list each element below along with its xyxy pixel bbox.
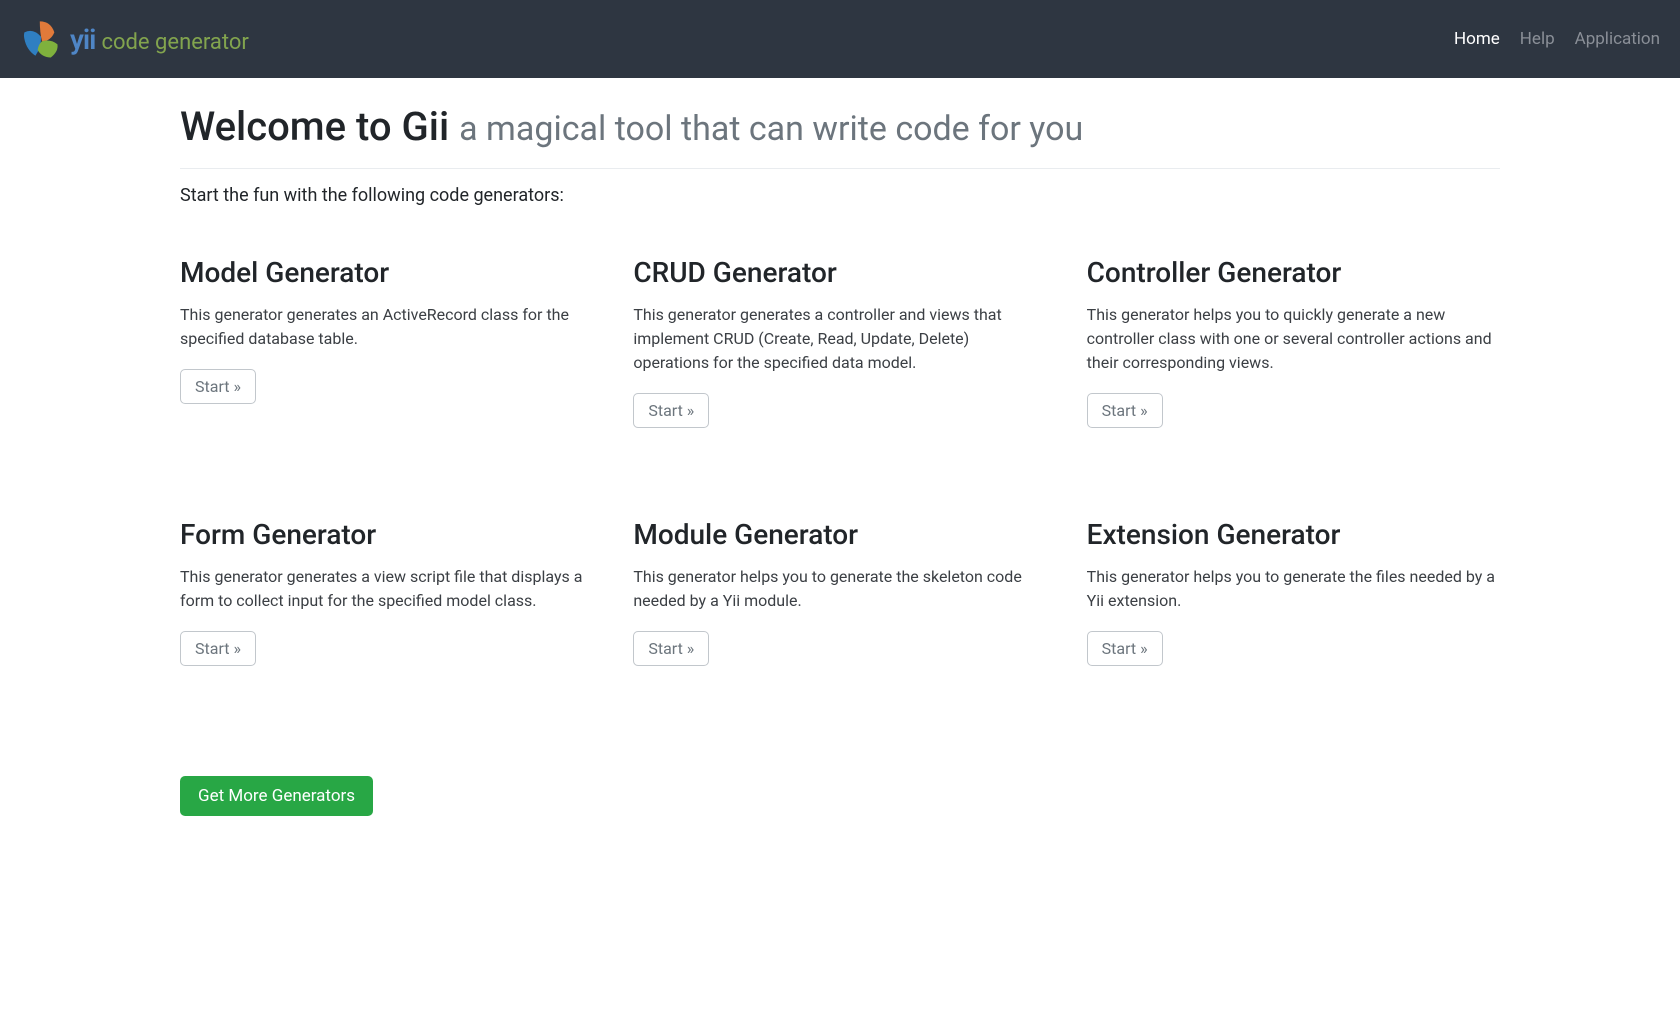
logo-text: yii code generator (70, 23, 249, 56)
start-button[interactable]: Start » (180, 369, 256, 404)
generator-desc: This generator generates a controller an… (633, 303, 1046, 375)
logo-secondary: code generator (101, 30, 248, 55)
start-button[interactable]: Start » (180, 631, 256, 666)
generator-form: Form Generator This generator generates … (180, 518, 593, 666)
generator-desc: This generator helps you to generate the… (633, 565, 1046, 613)
generator-extension: Extension Generator This generator helps… (1087, 518, 1500, 666)
intro-text: Start the fun with the following code ge… (180, 185, 1500, 206)
start-button[interactable]: Start » (633, 393, 709, 428)
generator-title: CRUD Generator (633, 256, 1046, 289)
navbar: yii code generator Home Help Application (0, 0, 1680, 78)
generator-title: Model Generator (180, 256, 593, 289)
get-more-generators-button[interactable]: Get More Generators (180, 776, 373, 816)
main-container: Welcome to Gii a magical tool that can w… (170, 78, 1510, 816)
generator-title: Extension Generator (1087, 518, 1500, 551)
generator-title: Controller Generator (1087, 256, 1500, 289)
generator-module: Module Generator This generator helps yo… (633, 518, 1046, 666)
nav-links: Home Help Application (1454, 29, 1660, 49)
nav-link-help[interactable]: Help (1520, 29, 1555, 49)
generator-model: Model Generator This generator generates… (180, 256, 593, 428)
generator-crud: CRUD Generator This generator generates … (633, 256, 1046, 428)
start-button[interactable]: Start » (1087, 631, 1163, 666)
page-title: Welcome to Gii (180, 103, 449, 150)
logo-primary: yii (70, 23, 95, 56)
nav-link-application[interactable]: Application (1575, 29, 1660, 49)
start-button[interactable]: Start » (1087, 393, 1163, 428)
page-header: Welcome to Gii a magical tool that can w… (180, 78, 1500, 169)
generator-desc: This generator helps you to generate the… (1087, 565, 1500, 613)
generator-desc: This generator helps you to quickly gene… (1087, 303, 1500, 375)
start-button[interactable]: Start » (633, 631, 709, 666)
yii-logo-icon (20, 17, 64, 61)
generator-title: Form Generator (180, 518, 593, 551)
generator-desc: This generator generates an ActiveRecord… (180, 303, 593, 351)
nav-link-home[interactable]: Home (1454, 29, 1500, 49)
page-subtitle: a magical tool that can write code for y… (459, 109, 1083, 149)
generator-title: Module Generator (633, 518, 1046, 551)
logo-link[interactable]: yii code generator (20, 17, 249, 61)
generator-controller: Controller Generator This generator help… (1087, 256, 1500, 428)
generator-desc: This generator generates a view script f… (180, 565, 593, 613)
generator-grid: Model Generator This generator generates… (180, 256, 1500, 666)
